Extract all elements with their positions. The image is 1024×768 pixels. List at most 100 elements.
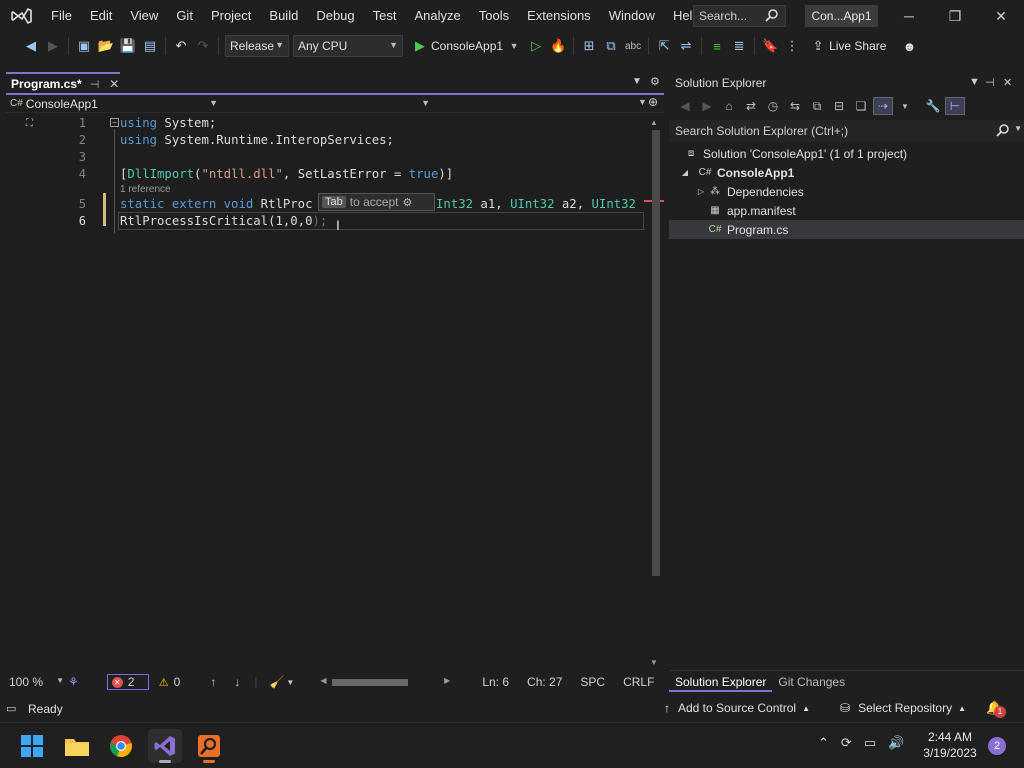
menu-file[interactable]: File bbox=[42, 2, 81, 30]
switch-views-icon[interactable]: ⇄ bbox=[741, 97, 761, 115]
tree-item-solution[interactable]: ⧈ Solution 'ConsoleApp1' (1 of 1 project… bbox=[669, 144, 1024, 163]
pin-tool-icon[interactable]: ⊢ bbox=[945, 97, 965, 115]
column-position[interactable]: Ch: 27 bbox=[527, 673, 562, 691]
chevron-down-icon[interactable]: ▼ bbox=[286, 678, 294, 687]
gear-icon[interactable]: ⚙ bbox=[650, 75, 660, 88]
browse-icon[interactable]: ⊞ bbox=[580, 35, 598, 57]
type-navigation-dropdown[interactable]: ▼ bbox=[222, 96, 430, 112]
visual-studio-taskbar-icon[interactable] bbox=[148, 729, 182, 763]
file-explorer-icon[interactable] bbox=[60, 729, 94, 763]
forward-icon[interactable]: ▶ bbox=[697, 97, 717, 115]
menu-test[interactable]: Test bbox=[364, 2, 406, 30]
next-issue-icon[interactable]: ↓ bbox=[234, 675, 240, 689]
forward-icon[interactable]: ▶ bbox=[44, 35, 62, 57]
taskbar-clock[interactable]: 2:44 AM 3/19/2023 bbox=[918, 729, 982, 761]
tree-item-dependencies[interactable]: ▷ ⁂ Dependencies bbox=[669, 182, 1024, 201]
scrollbar-thumb[interactable] bbox=[332, 679, 409, 686]
menu-edit[interactable]: Edit bbox=[81, 2, 121, 30]
vertical-scrollbar[interactable]: ▲ ▼ bbox=[649, 118, 661, 670]
tree-item-app-manifest[interactable]: ▦ app.manifest bbox=[669, 201, 1024, 220]
redo-icon[interactable]: ↷ bbox=[194, 35, 212, 57]
previous-issue-icon[interactable]: ↑ bbox=[210, 675, 216, 689]
scroll-up-icon[interactable]: ▲ bbox=[650, 118, 658, 127]
live-share-icon[interactable]: ⇪ bbox=[809, 35, 827, 57]
layout-icon[interactable]: ⧉ bbox=[602, 35, 620, 57]
hot-reload-icon[interactable]: 🔥 bbox=[549, 35, 567, 57]
home-icon[interactable]: ⌂ bbox=[719, 97, 739, 115]
bookmark-icon[interactable]: 🔖 bbox=[761, 35, 779, 57]
menu-build[interactable]: Build bbox=[260, 2, 307, 30]
error-count-button[interactable]: ✕ 2 bbox=[106, 674, 149, 690]
save-icon[interactable]: 💾 bbox=[119, 35, 137, 57]
menu-debug[interactable]: Debug bbox=[307, 2, 363, 30]
output-icon[interactable]: ▭ bbox=[6, 702, 16, 715]
new-project-icon[interactable]: ▣ bbox=[75, 35, 93, 57]
window-position-icon[interactable]: ▼ bbox=[969, 76, 980, 88]
display-icon[interactable]: ▭ bbox=[864, 735, 876, 751]
tree-item-project[interactable]: ◢ C# ConsoleApp1 bbox=[669, 163, 1024, 182]
cursor-icon[interactable]: ⇱ bbox=[655, 35, 673, 57]
menu-extensions[interactable]: Extensions bbox=[518, 2, 600, 30]
horizontal-scrollbar[interactable]: ◀ ▶ bbox=[320, 676, 450, 688]
tree-item-program-cs[interactable]: C# Program.cs bbox=[669, 220, 1024, 239]
undo-icon[interactable]: ↶ bbox=[172, 35, 190, 57]
scroll-left-icon[interactable]: ◀ bbox=[320, 676, 326, 685]
select-repository-button[interactable]: ⛁ Select Repository ▲ bbox=[840, 701, 966, 715]
toolbar-options-icon[interactable]: ⋮ bbox=[783, 35, 801, 57]
tab-git-changes[interactable]: Git Changes bbox=[772, 672, 851, 692]
live-share-button[interactable]: Live Share bbox=[829, 39, 886, 53]
menu-analyze[interactable]: Analyze bbox=[405, 2, 469, 30]
pin-icon[interactable]: ⊣ bbox=[985, 76, 995, 89]
tab-list-dropdown-icon[interactable]: ▼ bbox=[632, 76, 642, 87]
add-to-source-control-button[interactable]: ↑ Add to Source Control ▲ bbox=[664, 701, 810, 715]
scroll-right-icon[interactable]: ▶ bbox=[444, 676, 450, 685]
save-all-icon[interactable]: ▤ bbox=[141, 35, 159, 57]
configuration-dropdown[interactable]: Release ▼ bbox=[225, 35, 289, 57]
codelens-references[interactable]: 1 reference bbox=[120, 184, 171, 195]
start-without-debugging-icon[interactable]: ▷ bbox=[527, 35, 545, 57]
tab-program-cs[interactable]: Program.cs* ⊣ ✕ bbox=[6, 72, 120, 94]
feedback-icon[interactable]: ☻ bbox=[900, 35, 918, 57]
uncomment-icon[interactable]: ≣ bbox=[730, 35, 748, 57]
suggestion-options-icon[interactable]: ⚙ bbox=[402, 196, 412, 209]
chevron-down-icon[interactable]: ▼ bbox=[1014, 124, 1022, 133]
close-icon[interactable]: ✕ bbox=[978, 0, 1024, 32]
chevron-down-icon[interactable]: ▼ bbox=[895, 97, 915, 115]
expanded-icon[interactable]: ◢ bbox=[679, 168, 691, 177]
menu-project[interactable]: Project bbox=[202, 2, 260, 30]
chrome-icon[interactable] bbox=[104, 729, 138, 763]
minimize-icon[interactable]: ─ bbox=[886, 0, 932, 32]
open-folder-icon[interactable]: 📂 bbox=[97, 35, 115, 57]
maximize-icon[interactable]: ❐ bbox=[932, 0, 978, 32]
pending-changes-filter-icon[interactable]: ◷ bbox=[763, 97, 783, 115]
menu-tools[interactable]: Tools bbox=[470, 2, 518, 30]
notification-center-badge[interactable]: 2 bbox=[988, 737, 1006, 755]
back-icon[interactable]: ◀ bbox=[675, 97, 695, 115]
collapse-region-icon[interactable]: − bbox=[110, 118, 119, 127]
project-navigation-dropdown[interactable]: C# ConsoleApp1 ▼ bbox=[6, 96, 218, 112]
format-icon[interactable]: ⇌ bbox=[677, 35, 695, 57]
split-editor-icon[interactable]: ⊕ bbox=[648, 95, 658, 109]
properties-icon[interactable]: 🔧 bbox=[923, 97, 943, 115]
show-hidden-icons-icon[interactable]: ⌃ bbox=[818, 735, 829, 751]
menu-view[interactable]: View bbox=[121, 2, 167, 30]
solution-search-input[interactable]: Search Solution Explorer (Ctrl+;) ▼ bbox=[669, 120, 1024, 142]
warning-count-button[interactable]: ⚠ 0 bbox=[159, 673, 181, 691]
sync-with-document-icon[interactable]: ⇆ bbox=[785, 97, 805, 115]
code-cleanup-icon[interactable]: 🧹 bbox=[269, 675, 284, 689]
platform-dropdown[interactable]: Any CPU ▼ bbox=[293, 35, 403, 57]
menu-git[interactable]: Git bbox=[167, 2, 202, 30]
back-icon[interactable]: ◀ bbox=[22, 35, 40, 57]
copilot-icon[interactable]: ⚘ bbox=[68, 675, 79, 689]
collapsed-icon[interactable]: ▷ bbox=[695, 187, 707, 196]
chevron-down-icon[interactable]: ▼ bbox=[505, 35, 523, 57]
visual-studio-logo-icon[interactable] bbox=[8, 4, 36, 28]
show-all-files-icon[interactable]: ❏ bbox=[851, 97, 871, 115]
pin-icon[interactable]: ⊣ bbox=[90, 78, 100, 91]
tab-solution-explorer[interactable]: Solution Explorer bbox=[669, 672, 773, 692]
windows-start-icon[interactable] bbox=[15, 729, 49, 763]
search-app-icon[interactable] bbox=[192, 729, 226, 763]
line-ending-mode[interactable]: CRLF bbox=[623, 673, 654, 691]
spell-check-icon[interactable]: abc bbox=[624, 35, 642, 57]
collapse-all-icon[interactable]: ⊟ bbox=[829, 97, 849, 115]
